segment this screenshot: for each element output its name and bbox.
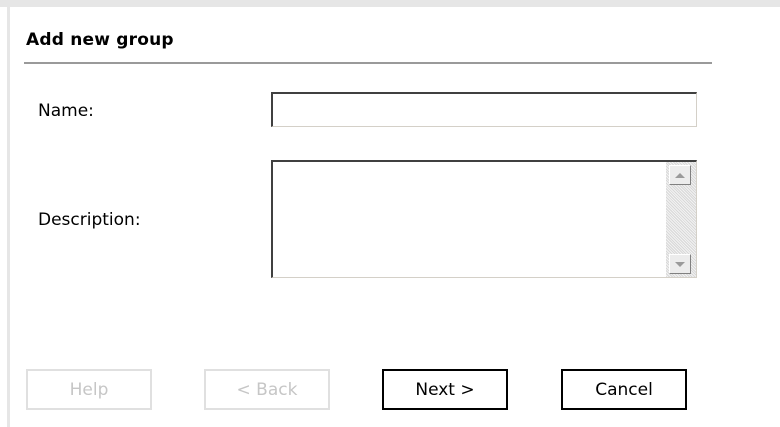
scroll-down-button[interactable] bbox=[669, 254, 691, 274]
dialog-title: Add new group bbox=[26, 30, 174, 50]
description-field bbox=[271, 160, 697, 278]
name-input[interactable] bbox=[271, 92, 697, 127]
description-scrollbar[interactable] bbox=[666, 162, 696, 277]
top-frame-border bbox=[0, 0, 780, 7]
scroll-up-button[interactable] bbox=[669, 165, 691, 185]
next-button[interactable]: Next > bbox=[382, 369, 508, 410]
help-button[interactable]: Help bbox=[26, 369, 152, 410]
description-label: Description: bbox=[38, 210, 141, 230]
title-divider bbox=[24, 62, 712, 64]
left-frame-border bbox=[7, 7, 10, 427]
scroll-up-arrow-icon bbox=[675, 172, 685, 178]
back-button[interactable]: < Back bbox=[204, 369, 330, 410]
cancel-button[interactable]: Cancel bbox=[561, 369, 687, 410]
scroll-down-arrow-icon bbox=[675, 261, 685, 267]
description-textarea[interactable] bbox=[273, 162, 666, 277]
name-label: Name: bbox=[38, 101, 94, 121]
